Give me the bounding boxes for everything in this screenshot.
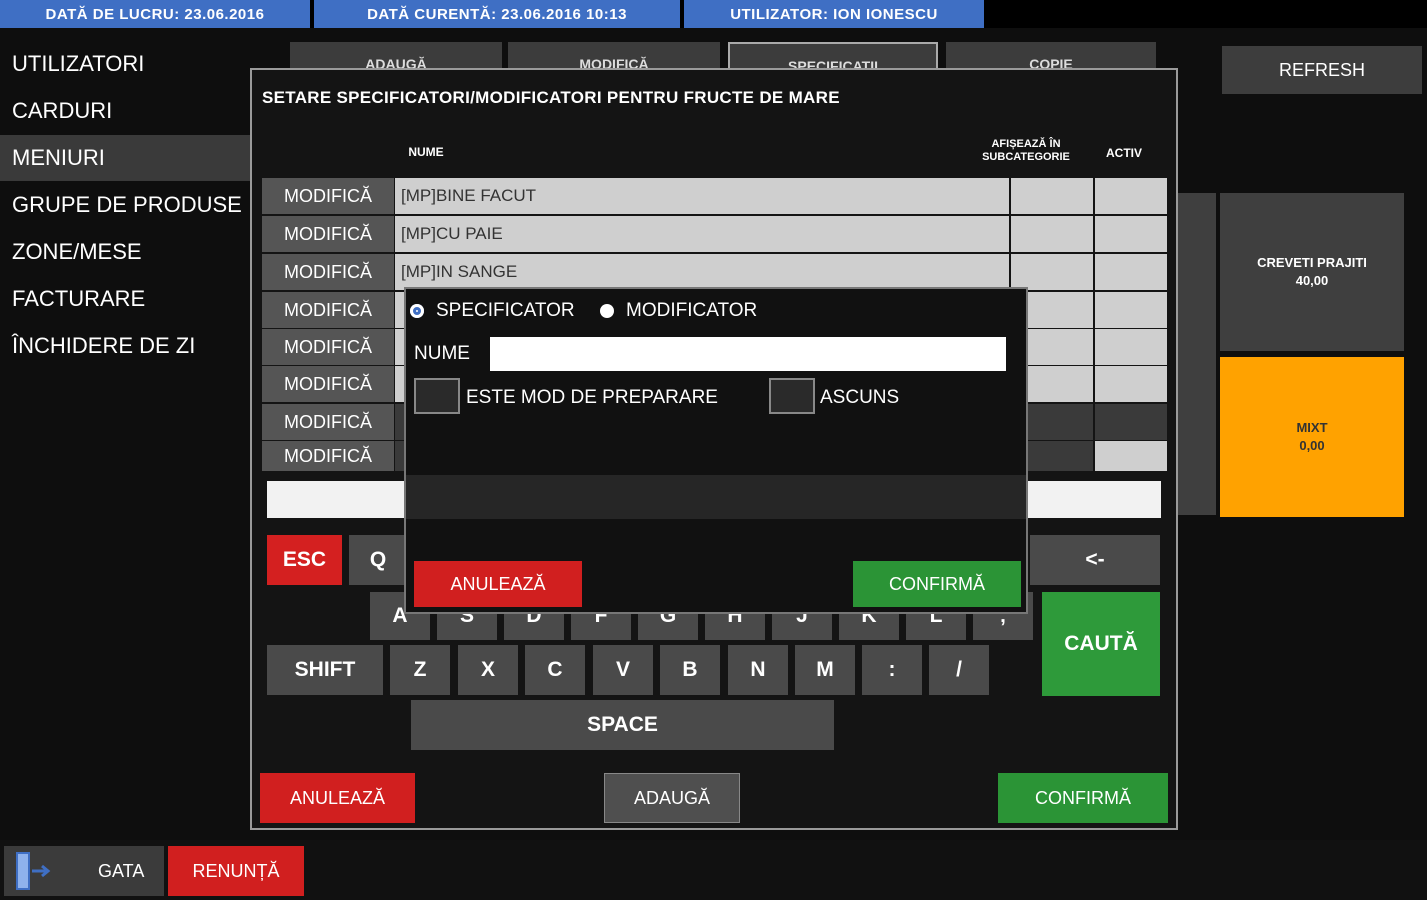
- sidebar-item-day-close[interactable]: ÎNCHIDERE DE ZI: [0, 323, 252, 369]
- modify-row-button[interactable]: MODIFICĂ: [262, 404, 394, 440]
- exit-door-icon: [16, 852, 51, 890]
- key-x[interactable]: X: [458, 645, 518, 695]
- work-date-label: DATĂ DE LUCRU: 23.06.2016: [0, 0, 310, 28]
- background-tile-column: [1178, 193, 1216, 515]
- column-header-active: ACTIV: [1106, 146, 1142, 160]
- modify-row-button[interactable]: MODIFICĂ: [262, 366, 394, 402]
- table-row-active-cell[interactable]: [1095, 216, 1167, 252]
- radio-modifier-label: MODIFICATOR: [626, 300, 758, 321]
- table-row-active-cell[interactable]: [1095, 404, 1167, 440]
- sidebar-item-users[interactable]: UTILIZATORI: [0, 41, 252, 87]
- key-esc[interactable]: ESC: [267, 535, 342, 585]
- modify-row-button[interactable]: MODIFICĂ: [262, 329, 394, 365]
- key-v[interactable]: V: [593, 645, 653, 695]
- table-row-name: [MP]IN SANGE: [395, 254, 1009, 290]
- popup-confirm-button[interactable]: CONFIRMĂ: [853, 561, 1021, 607]
- radio-selected-icon: [410, 304, 424, 318]
- key-c[interactable]: C: [525, 645, 585, 695]
- table-row-show-cell[interactable]: [1011, 216, 1093, 252]
- product-tile-name: CREVETI PRAJITI: [1257, 255, 1367, 270]
- modify-row-button[interactable]: MODIFICĂ: [262, 254, 394, 290]
- key-z[interactable]: Z: [390, 645, 450, 695]
- product-tile-name: MIXT: [1296, 420, 1328, 435]
- table-row-active-cell[interactable]: [1095, 441, 1167, 471]
- modify-row-button[interactable]: MODIFICĂ: [262, 178, 394, 214]
- preparation-mode-label: ESTE MOD DE PREPARARE: [466, 387, 718, 408]
- product-tile[interactable]: CREVETI PRAJITI 40,00: [1220, 193, 1404, 351]
- sidebar-item-cards[interactable]: CARDURI: [0, 88, 252, 134]
- table-row-show-cell[interactable]: [1011, 178, 1093, 214]
- dialog-add-button[interactable]: ADAUGĂ: [604, 773, 740, 823]
- done-label: GATA: [98, 860, 145, 881]
- preparation-mode-checkbox[interactable]: [414, 378, 460, 414]
- hidden-checkbox[interactable]: [769, 378, 815, 414]
- table-row-active-cell[interactable]: [1095, 329, 1167, 365]
- sidebar-item-zones-tables[interactable]: ZONE/MESE: [0, 229, 252, 275]
- sidebar-item-product-groups[interactable]: GRUPE DE PRODUSE: [0, 182, 252, 228]
- key-q[interactable]: Q: [349, 535, 407, 585]
- radio-specifier-label: SPECIFICATOR: [436, 300, 575, 321]
- product-tile-price: 40,00: [1295, 273, 1329, 288]
- modify-row-button[interactable]: MODIFICĂ: [262, 292, 394, 328]
- radio-unselected-icon: [600, 304, 614, 318]
- table-row-active-cell[interactable]: [1095, 254, 1167, 290]
- radio-modifier[interactable]: MODIFICATOR: [600, 300, 757, 322]
- search-button[interactable]: CAUTĂ: [1042, 592, 1160, 696]
- sidebar-item-invoicing[interactable]: FACTURARE: [0, 276, 252, 322]
- quit-button[interactable]: RENUNȚĂ: [168, 846, 304, 896]
- key-slash[interactable]: /: [929, 645, 989, 695]
- table-row-name: [MP]BINE FACUT: [395, 178, 1009, 214]
- modify-row-button[interactable]: MODIFICĂ: [262, 216, 394, 252]
- dialog-title: SETARE SPECIFICATORI/MODIFICATORI PENTRU…: [262, 88, 840, 107]
- hidden-label: ASCUNS: [820, 387, 900, 408]
- name-label: NUME: [414, 343, 470, 364]
- column-header-name: NUME: [408, 145, 444, 159]
- product-tile[interactable]: MIXT 0,00: [1220, 357, 1404, 517]
- key-shift[interactable]: SHIFT: [267, 645, 383, 695]
- key-space[interactable]: SPACE: [411, 700, 834, 750]
- column-header-show-in-subcategory: AFIȘEAZĂ ÎN SUBCATEGORIE: [982, 138, 1070, 163]
- table-row-active-cell[interactable]: [1095, 178, 1167, 214]
- radio-specifier[interactable]: SPECIFICATOR: [410, 300, 575, 322]
- table-row-name: [MP]CU PAIE: [395, 216, 1009, 252]
- modify-row-button[interactable]: MODIFICĂ: [262, 441, 394, 471]
- sidebar-item-menus[interactable]: MENIURI: [0, 135, 252, 181]
- dialog-cancel-button[interactable]: ANULEAZĂ: [260, 773, 415, 823]
- table-row-show-cell[interactable]: [1011, 254, 1093, 290]
- name-input[interactable]: [490, 337, 1006, 371]
- current-date-label: DATĂ CURENTĂ: 23.06.2016 10:13: [314, 0, 680, 28]
- product-tile-price: 0,00: [1299, 438, 1325, 453]
- done-button[interactable]: GATA: [4, 846, 164, 896]
- key-colon[interactable]: :: [862, 645, 922, 695]
- table-row-active-cell[interactable]: [1095, 366, 1167, 402]
- popup-band: [406, 475, 1026, 519]
- refresh-button[interactable]: REFRESH: [1222, 46, 1422, 94]
- popup-cancel-button[interactable]: ANULEAZĂ: [414, 561, 582, 607]
- table-row-active-cell[interactable]: [1095, 292, 1167, 328]
- key-m[interactable]: M: [795, 645, 855, 695]
- key-backspace[interactable]: <-: [1030, 535, 1160, 585]
- dialog-confirm-button[interactable]: CONFIRMĂ: [998, 773, 1168, 823]
- key-n[interactable]: N: [728, 645, 788, 695]
- key-b[interactable]: B: [660, 645, 720, 695]
- current-user-label: UTILIZATOR: ION IONESCU: [684, 0, 984, 28]
